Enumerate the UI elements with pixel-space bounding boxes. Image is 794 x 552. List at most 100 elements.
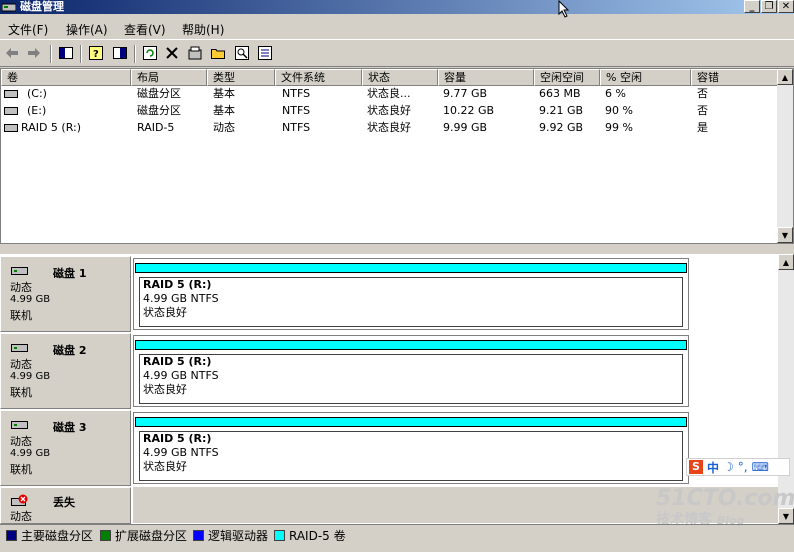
show-tree-icon[interactable] <box>58 45 74 61</box>
column-header-percent-free[interactable]: % 空闲 <box>600 69 691 86</box>
volume-layout: RAID-5 <box>137 121 175 134</box>
moon-icon[interactable]: ☽ <box>723 460 734 474</box>
disk-info[interactable]: 磁盘 1 动态 4.99 GB 联机 <box>0 256 131 332</box>
disk-size: 4.99 GB <box>10 371 51 382</box>
ime-chinese-mode[interactable]: 中 <box>707 459 719 476</box>
restore-button[interactable]: ❐ <box>761 0 777 13</box>
search-icon[interactable] <box>234 45 250 61</box>
toolbar-separator <box>134 45 136 63</box>
disk-view-scrollbar[interactable]: ▲ ▼ <box>778 254 794 524</box>
legend-label: 主要磁盘分区 <box>21 529 94 543</box>
disk-panel[interactable]: 磁盘 1 动态 4.99 GB 联机 RAID 5 (R:) 4.99 GB N… <box>0 256 778 332</box>
help-icon[interactable]: ? <box>88 45 104 61</box>
disk-info[interactable]: 磁盘 3 动态 4.99 GB 联机 <box>0 410 131 486</box>
column-header-filesystem[interactable]: 文件系统 <box>275 69 362 86</box>
volume-fault-tolerance: 否 <box>697 104 708 117</box>
volume-percent-free: 90 % <box>605 104 633 117</box>
open-folder-icon[interactable] <box>210 45 226 61</box>
drive-icon <box>4 107 18 115</box>
column-header-status[interactable]: 状态 <box>362 69 438 86</box>
volume-type: 基本 <box>213 104 235 117</box>
disk-type: 动态 <box>10 435 32 448</box>
disk-type: 动态 <box>10 281 32 294</box>
column-header-free-space[interactable]: 空闲空间 <box>534 69 600 86</box>
toolbar-separator <box>50 45 52 63</box>
volume-fault-tolerance: 否 <box>697 87 708 100</box>
column-header-layout[interactable]: 布局 <box>131 69 207 86</box>
volume-capacity: 10.22 GB <box>443 104 495 117</box>
punctuation-icon[interactable]: °, <box>738 460 748 474</box>
ime-toolbar[interactable]: S 中 ☽ °, ⌨ <box>686 458 790 476</box>
console-icon[interactable] <box>187 45 203 61</box>
legend-label: 扩展磁盘分区 <box>115 529 188 543</box>
volume-label: RAID 5 (R:) <box>143 432 212 445</box>
volume-fault-tolerance: 是 <box>697 121 708 134</box>
menu-help[interactable]: 帮助(H) <box>182 21 224 38</box>
drive-icon <box>4 124 18 132</box>
disk-icon <box>11 421 28 429</box>
export-list-icon[interactable] <box>257 45 273 61</box>
table-row[interactable]: RAID 5 (R:) RAID-5 动态 NTFS 状态良好 9.99 GB … <box>1 120 779 136</box>
disk-panel[interactable]: 磁盘 2 动态 4.99 GB 联机 RAID 5 (R:) 4.99 GB N… <box>0 333 778 409</box>
volume-name: RAID 5 (R:) <box>21 121 82 134</box>
legend-swatch-extended <box>100 530 111 541</box>
toolbar: ? <box>0 39 794 67</box>
sogou-logo-icon[interactable]: S <box>689 460 703 474</box>
watermark-site: 51CTO.com <box>656 486 794 511</box>
column-header-fault-tolerance[interactable]: 容错 <box>691 69 779 86</box>
table-row[interactable]: (C:) 磁盘分区 基本 NTFS 状态良... 9.77 GB 663 MB … <box>1 86 779 102</box>
volume-block[interactable]: RAID 5 (R:) 4.99 GB NTFS 状态良好 <box>133 258 689 330</box>
minimize-button[interactable]: _ <box>744 0 760 13</box>
forward-arrow-icon[interactable] <box>26 45 42 61</box>
volume-free: 663 MB <box>539 87 581 100</box>
scroll-up-icon[interactable]: ▲ <box>778 254 794 270</box>
close-button[interactable]: ✕ <box>778 0 794 13</box>
disk-icon <box>11 344 28 352</box>
volume-status: 状态良... <box>367 87 411 100</box>
disk-type: 动态 <box>10 358 32 371</box>
volume-capacity: 9.99 GB <box>443 121 488 134</box>
delete-icon[interactable] <box>164 45 180 61</box>
refresh-icon[interactable] <box>142 45 158 61</box>
disk-icon <box>11 267 28 275</box>
volume-free: 9.92 GB <box>539 121 584 134</box>
volume-label: RAID 5 (R:) <box>143 278 212 291</box>
disk-state: 联机 <box>10 463 32 476</box>
disk-info[interactable]: 丢失 动态 <box>0 487 131 524</box>
volume-label: RAID 5 (R:) <box>143 355 212 368</box>
keyboard-icon[interactable]: ⌨ <box>752 460 769 474</box>
volume-block[interactable]: RAID 5 (R:) 4.99 GB NTFS 状态良好 <box>133 412 689 484</box>
disk-info[interactable]: 磁盘 2 动态 4.99 GB 联机 <box>0 333 131 409</box>
menu-action[interactable]: 操作(A) <box>66 21 108 38</box>
table-row[interactable]: (E:) 磁盘分区 基本 NTFS 状态良好 10.22 GB 9.21 GB … <box>1 103 779 119</box>
scroll-down-icon[interactable]: ▼ <box>777 227 793 243</box>
volume-capacity: 9.77 GB <box>443 87 488 100</box>
column-header-type[interactable]: 类型 <box>207 69 275 86</box>
column-header-capacity[interactable]: 容量 <box>438 69 534 86</box>
column-header-volume[interactable]: 卷 <box>1 69 131 86</box>
disk-panel[interactable]: 磁盘 3 动态 4.99 GB 联机 RAID 5 (R:) 4.99 GB N… <box>0 410 778 486</box>
properties-icon[interactable] <box>112 45 128 61</box>
volume-percent-free: 99 % <box>605 121 633 134</box>
disk-name: 磁盘 3 <box>53 421 87 434</box>
pane-splitter[interactable] <box>0 244 794 254</box>
volume-block[interactable]: RAID 5 (R:) 4.99 GB NTFS 状态良好 <box>133 335 689 407</box>
volume-status-text: 状态良好 <box>143 383 187 396</box>
volume-details: RAID 5 (R:) 4.99 GB NTFS 状态良好 <box>139 431 683 481</box>
volume-list: 卷 布局 类型 文件系统 状态 容量 空闲空间 % 空闲 容错 (C:) 磁盘分… <box>0 68 794 244</box>
volume-type: 基本 <box>213 87 235 100</box>
volume-status-text: 状态良好 <box>143 460 187 473</box>
volume-percent-free: 6 % <box>605 87 626 100</box>
volume-list-scrollbar[interactable]: ▲ ▼ <box>777 69 793 243</box>
volume-details: RAID 5 (R:) 4.99 GB NTFS 状态良好 <box>139 277 683 327</box>
volume-type: 动态 <box>213 121 235 134</box>
volume-name: (C:) <box>27 87 47 100</box>
raid5-color-bar <box>135 340 687 350</box>
back-arrow-icon[interactable] <box>4 45 20 61</box>
menu-view[interactable]: 查看(V) <box>124 21 166 38</box>
legend-swatch-raid5 <box>274 530 285 541</box>
disk-state: 联机 <box>10 309 32 322</box>
menu-file[interactable]: 文件(F) <box>8 21 48 38</box>
volume-fs: NTFS <box>282 121 311 134</box>
scroll-up-icon[interactable]: ▲ <box>777 69 793 85</box>
